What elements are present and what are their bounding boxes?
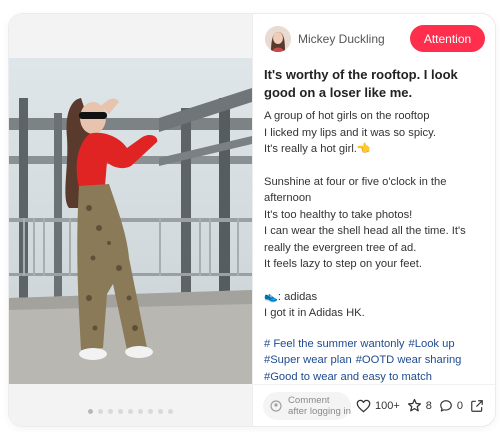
carousel-dot[interactable] <box>138 409 143 414</box>
comment-count: 0 <box>456 399 463 412</box>
avatar[interactable] <box>265 26 291 52</box>
heart-icon <box>356 399 371 413</box>
star-icon <box>407 398 422 413</box>
post-photo[interactable] <box>9 58 252 384</box>
body-line: I licked my lips and it was so spicy. <box>264 126 437 139</box>
post-header: Mickey Duckling Attention <box>253 14 495 62</box>
body-line: I can wear the shell head all the time. … <box>264 225 466 254</box>
post-body-paragraph: Sunshine at four or five o'clock in the … <box>264 174 486 273</box>
post-footer: Comment after logging in 100+ 8 0 <box>253 384 495 426</box>
comment-placeholder: Comment after logging in <box>288 395 351 417</box>
like-button[interactable]: 100+ <box>356 399 400 413</box>
carousel-dot[interactable] <box>88 409 93 414</box>
carousel-dot[interactable] <box>98 409 103 414</box>
avatar-image <box>265 26 291 52</box>
body-line: 👟: adidas <box>264 290 318 303</box>
carousel-dot[interactable] <box>128 409 133 414</box>
hashtag-link[interactable]: #OOTD wear sharing <box>356 354 462 366</box>
body-line: It's too healthy to take photos! <box>264 208 413 221</box>
share-button[interactable] <box>470 399 484 413</box>
post-body-paragraph: A group of hot girls on the rooftop I li… <box>264 108 486 158</box>
details-panel: Mickey Duckling Attention It's worthy of… <box>252 14 495 426</box>
carousel-dot[interactable] <box>148 409 153 414</box>
hashtag-link[interactable]: #Good to wear and easy to match <box>264 371 432 383</box>
hashtag-link[interactable]: # Feel the summer wantonly <box>264 338 405 350</box>
hashtag-link[interactable]: #Look up <box>409 338 455 350</box>
author-name[interactable]: Mickey Duckling <box>298 32 385 46</box>
user-icon <box>270 400 282 415</box>
favorite-count: 8 <box>425 399 432 412</box>
comment-icon <box>439 399 453 413</box>
post-body-paragraph: 👟: adidas I got it in Adidas HK. <box>264 289 486 322</box>
favorite-button[interactable]: 8 <box>407 398 432 413</box>
media-panel[interactable] <box>9 14 252 426</box>
post-card: Mickey Duckling Attention It's worthy of… <box>9 14 495 426</box>
comment-input[interactable]: Comment after logging in <box>263 392 351 420</box>
action-bar: 100+ 8 0 <box>352 398 484 413</box>
carousel-dot[interactable] <box>168 409 173 414</box>
post-content: It's worthy of the rooftop. I look good … <box>264 66 486 385</box>
hashtag-list: # Feel the summer wantonly #Look up #Supe… <box>264 336 486 386</box>
rooftop-photo-illustration <box>9 58 252 384</box>
body-line: I got it in Adidas HK. <box>264 307 365 319</box>
carousel-indicator[interactable] <box>9 409 252 414</box>
body-line: It feels lazy to step on your feet. <box>264 258 422 270</box>
body-line: It's really a hot girl.👈 <box>264 143 371 155</box>
carousel-dot[interactable] <box>158 409 163 414</box>
hashtag-link[interactable]: #Super wear plan <box>264 354 352 366</box>
carousel-dot[interactable] <box>108 409 113 414</box>
like-count: 100+ <box>374 399 400 412</box>
carousel-dot[interactable] <box>118 409 123 414</box>
follow-button[interactable]: Attention <box>410 25 485 52</box>
share-icon <box>470 399 484 413</box>
body-line: Sunshine at four or five o'clock in the … <box>264 175 447 205</box>
post-title: It's worthy of the rooftop. I look good … <box>264 67 458 100</box>
comment-button[interactable]: 0 <box>439 399 463 413</box>
body-line: A group of hot girls on the rooftop <box>264 110 430 122</box>
